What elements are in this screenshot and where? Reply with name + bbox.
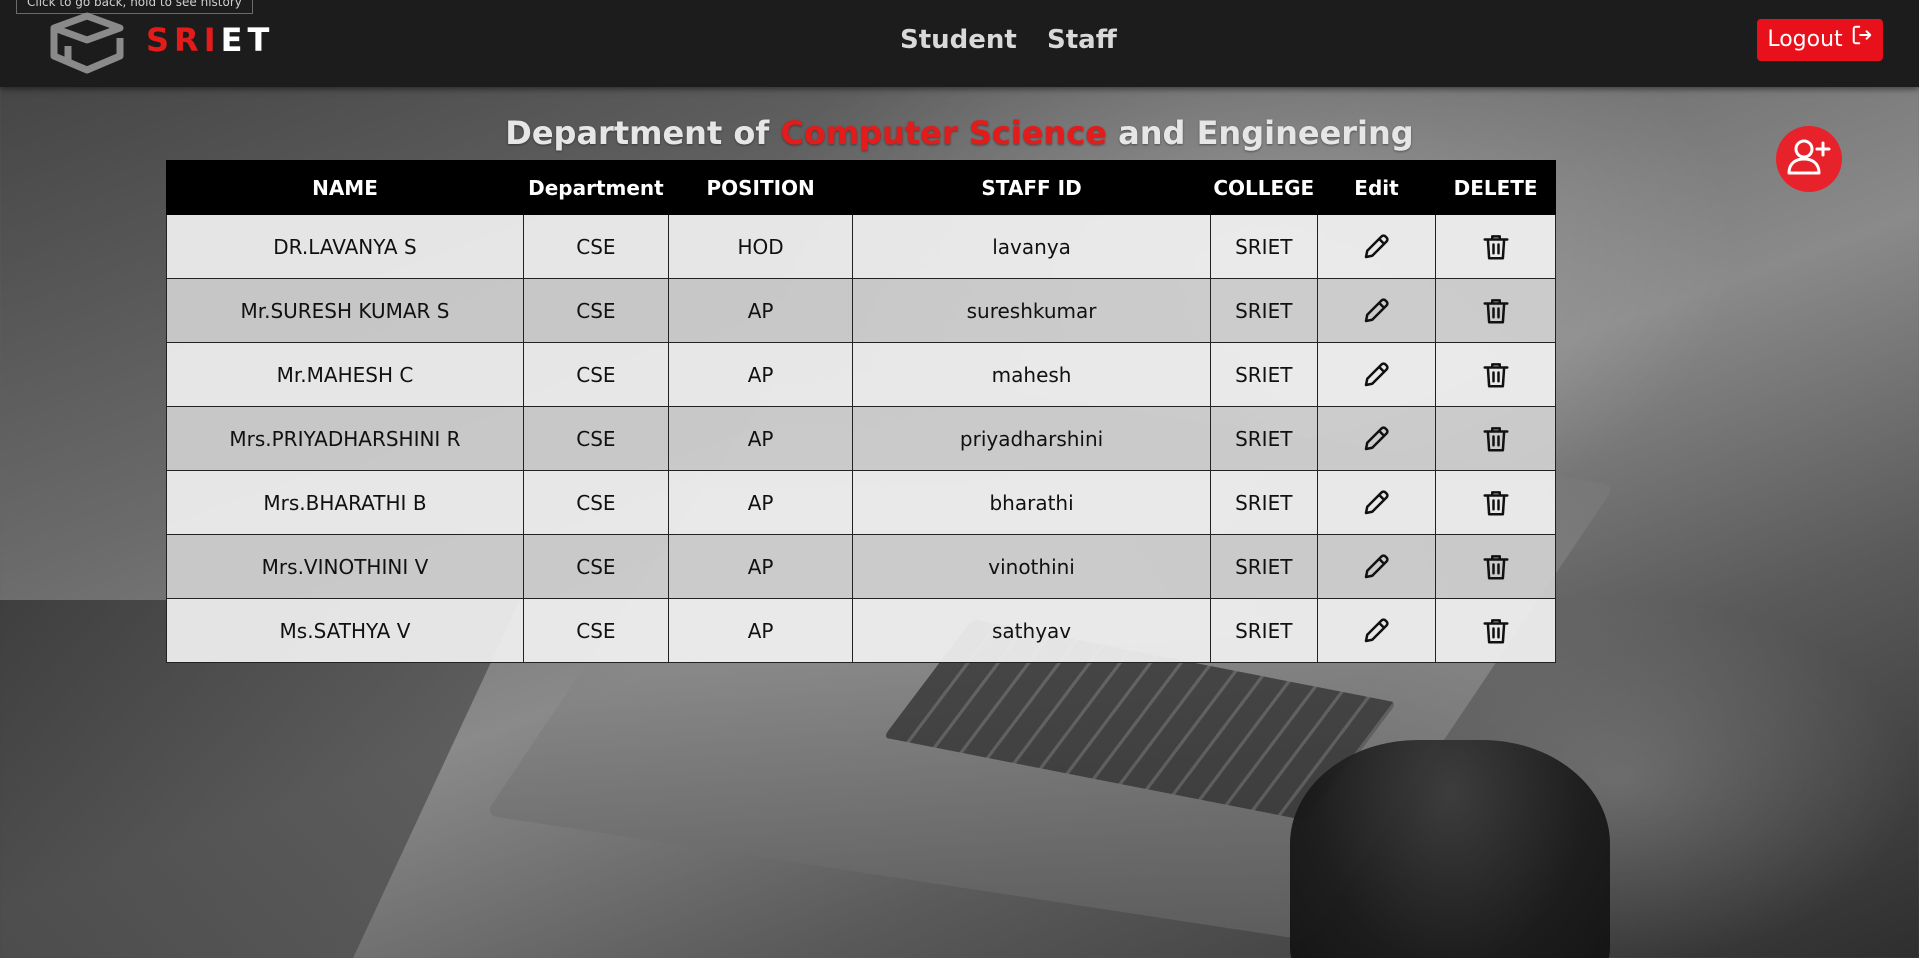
- pencil-icon: [1361, 553, 1391, 578]
- table-row: Mr.MAHESH C CSE AP mahesh SRIET: [166, 342, 1556, 407]
- background-cup: [1290, 740, 1610, 958]
- brand-name-red: SRI: [146, 21, 221, 59]
- table-row: Mr.SURESH KUMAR S CSE AP sureshkumar SRI…: [166, 278, 1556, 343]
- brand-name[interactable]: SRIET: [146, 18, 274, 62]
- edit-button[interactable]: [1316, 214, 1437, 279]
- edit-button[interactable]: [1316, 342, 1437, 407]
- trash-icon: [1481, 361, 1511, 387]
- pencil-icon: [1361, 425, 1391, 450]
- cell-college: SRIET: [1209, 342, 1318, 407]
- add-staff-button[interactable]: [1776, 126, 1842, 192]
- cell-department: CSE: [522, 470, 669, 535]
- cell-department: CSE: [522, 598, 669, 663]
- page-title-prefix: Department of: [505, 114, 770, 152]
- delete-button[interactable]: [1435, 406, 1556, 471]
- delete-button[interactable]: [1435, 598, 1556, 663]
- top-navbar: Click to go back, hold to see history SR…: [0, 0, 1919, 87]
- cell-position: AP: [667, 534, 854, 599]
- cell-college: SRIET: [1209, 534, 1318, 599]
- cell-name: DR.LAVANYA S: [166, 214, 524, 279]
- nav-student[interactable]: Student: [900, 20, 1017, 60]
- cell-department: CSE: [522, 534, 669, 599]
- delete-button[interactable]: [1435, 470, 1556, 535]
- pencil-icon: [1361, 617, 1391, 642]
- cell-college: SRIET: [1209, 278, 1318, 343]
- graduation-cap-logo-icon[interactable]: [44, 10, 130, 76]
- cell-position: AP: [667, 278, 854, 343]
- trash-icon: [1481, 233, 1511, 259]
- logout-label: Logout: [1767, 27, 1843, 52]
- header-delete: DELETE: [1435, 160, 1556, 215]
- table-row: Ms.SATHYA V CSE AP sathyav SRIET: [166, 598, 1556, 663]
- cell-position: AP: [667, 470, 854, 535]
- page-title: Department of Computer Science and Engin…: [0, 114, 1919, 152]
- cell-staff-id: lavanya: [852, 214, 1211, 279]
- cell-department: CSE: [522, 406, 669, 471]
- cell-department: CSE: [522, 214, 669, 279]
- cell-staff-id: mahesh: [852, 342, 1211, 407]
- cell-name: Mr.SURESH KUMAR S: [166, 278, 524, 343]
- edit-button[interactable]: [1316, 598, 1437, 663]
- table-body: DR.LAVANYA S CSE HOD lavanya SRIET Mr.SU…: [166, 214, 1556, 663]
- logout-icon: [1851, 19, 1873, 61]
- pencil-icon: [1361, 489, 1391, 514]
- cell-name: Mr.MAHESH C: [166, 342, 524, 407]
- header-edit: Edit: [1316, 160, 1437, 215]
- trash-icon: [1481, 553, 1511, 579]
- edit-button[interactable]: [1316, 470, 1437, 535]
- delete-button[interactable]: [1435, 278, 1556, 343]
- cell-position: AP: [667, 342, 854, 407]
- cell-name: Mrs.BHARATHI B: [166, 470, 524, 535]
- cell-name: Ms.SATHYA V: [166, 598, 524, 663]
- edit-button[interactable]: [1316, 406, 1437, 471]
- cell-staff-id: vinothini: [852, 534, 1211, 599]
- trash-icon: [1481, 297, 1511, 323]
- trash-icon: [1481, 617, 1511, 643]
- cell-name: Mrs.VINOTHINI V: [166, 534, 524, 599]
- cell-college: SRIET: [1209, 470, 1318, 535]
- edit-button[interactable]: [1316, 534, 1437, 599]
- cell-department: CSE: [522, 342, 669, 407]
- table-header-row: NAME Department POSITION STAFF ID COLLEG…: [166, 160, 1556, 215]
- staff-table: NAME Department POSITION STAFF ID COLLEG…: [166, 160, 1556, 663]
- header-department: Department: [522, 160, 669, 215]
- logout-button[interactable]: Logout: [1757, 19, 1883, 61]
- header-name: NAME: [166, 160, 524, 215]
- pencil-icon: [1361, 233, 1391, 258]
- delete-button[interactable]: [1435, 534, 1556, 599]
- table-row: Mrs.BHARATHI B CSE AP bharathi SRIET: [166, 470, 1556, 535]
- cell-staff-id: sureshkumar: [852, 278, 1211, 343]
- cell-staff-id: sathyav: [852, 598, 1211, 663]
- header-staff-id: STAFF ID: [852, 160, 1211, 215]
- pencil-icon: [1361, 297, 1391, 322]
- edit-button[interactable]: [1316, 278, 1437, 343]
- pencil-icon: [1361, 361, 1391, 386]
- table-row: Mrs.PRIYADHARSHINI R CSE AP priyadharshi…: [166, 406, 1556, 471]
- header-position: POSITION: [667, 160, 854, 215]
- cell-college: SRIET: [1209, 406, 1318, 471]
- delete-button[interactable]: [1435, 342, 1556, 407]
- nav-staff[interactable]: Staff: [1047, 20, 1117, 60]
- cell-position: HOD: [667, 214, 854, 279]
- cell-college: SRIET: [1209, 598, 1318, 663]
- cell-position: AP: [667, 406, 854, 471]
- brand-name-white: ET: [220, 21, 275, 59]
- table-row: Mrs.VINOTHINI V CSE AP vinothini SRIET: [166, 534, 1556, 599]
- cell-department: CSE: [522, 278, 669, 343]
- trash-icon: [1481, 425, 1511, 451]
- header-college: COLLEGE: [1209, 160, 1318, 215]
- page-title-suffix: and Engineering: [1118, 114, 1414, 152]
- cell-college: SRIET: [1209, 214, 1318, 279]
- cell-name: Mrs.PRIYADHARSHINI R: [166, 406, 524, 471]
- cell-staff-id: bharathi: [852, 470, 1211, 535]
- delete-button[interactable]: [1435, 214, 1556, 279]
- table-row: DR.LAVANYA S CSE HOD lavanya SRIET: [166, 214, 1556, 279]
- trash-icon: [1481, 489, 1511, 515]
- cell-staff-id: priyadharshini: [852, 406, 1211, 471]
- page-title-accent: Computer Science: [780, 114, 1107, 152]
- add-user-icon: [1786, 137, 1832, 181]
- cell-position: AP: [667, 598, 854, 663]
